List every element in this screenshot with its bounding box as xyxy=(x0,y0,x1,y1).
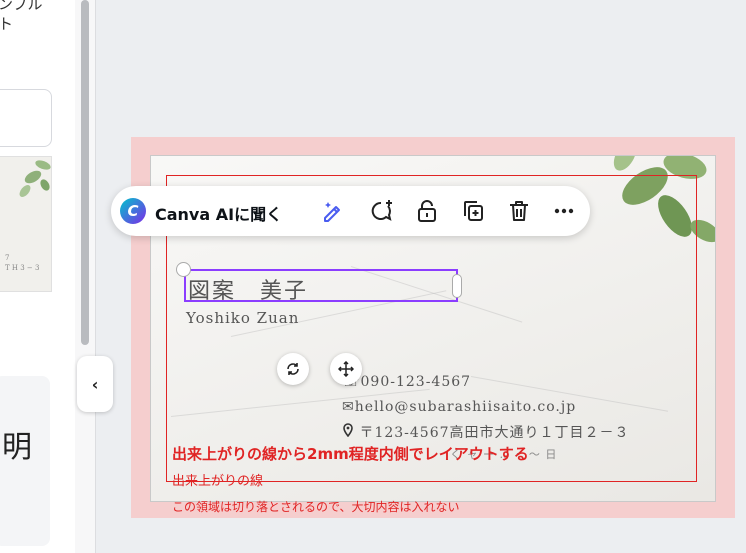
side-panel: ンプル ト 7 T H 3 − 3 明 xyxy=(0,0,75,553)
panel-text-fragment: ンプル ト xyxy=(0,0,43,33)
panel-scrollbar-thumb[interactable] xyxy=(81,0,89,345)
lock-icon[interactable] xyxy=(414,198,440,224)
duplicate-icon[interactable] xyxy=(460,198,486,224)
comment-add-icon[interactable] xyxy=(369,198,395,224)
thumbnail-text: 7 T H 3 − 3 xyxy=(5,254,40,272)
more-icon[interactable] xyxy=(551,198,577,224)
rotate-handle[interactable] xyxy=(176,262,191,277)
move-button[interactable] xyxy=(330,353,362,385)
panel-card-text: 明 xyxy=(2,430,32,465)
canva-ai-logo-icon[interactable]: C xyxy=(120,198,146,224)
chevron-left-icon: ‹ xyxy=(91,374,99,394)
move-icon xyxy=(338,361,354,377)
magic-edit-icon[interactable] xyxy=(319,198,345,224)
floating-toolbar: C Canva AIに聞く xyxy=(111,186,590,236)
layout-note: 出来上がりの線から2mm程度内側でレイアウトする xyxy=(172,445,529,463)
template-thumbnail[interactable]: 7 T H 3 − 3 xyxy=(0,156,52,292)
resize-handle[interactable] xyxy=(452,274,462,298)
leaf-decoration xyxy=(19,160,51,197)
panel-card[interactable]: 明 xyxy=(0,376,50,546)
trash-icon[interactable] xyxy=(506,198,532,224)
search-input[interactable] xyxy=(0,89,52,147)
rotate-icon xyxy=(287,363,299,375)
selection-frame[interactable] xyxy=(184,269,458,302)
rotate-button[interactable] xyxy=(277,353,309,385)
ask-canva-ai-button[interactable]: Canva AIに聞く xyxy=(155,201,282,225)
collapse-panel-button[interactable]: ‹ xyxy=(77,356,113,412)
bleed-note: この領域は切り落とされるので、大切内容は入れない xyxy=(172,500,460,514)
trim-label: 出来上がりの線 xyxy=(172,474,264,489)
